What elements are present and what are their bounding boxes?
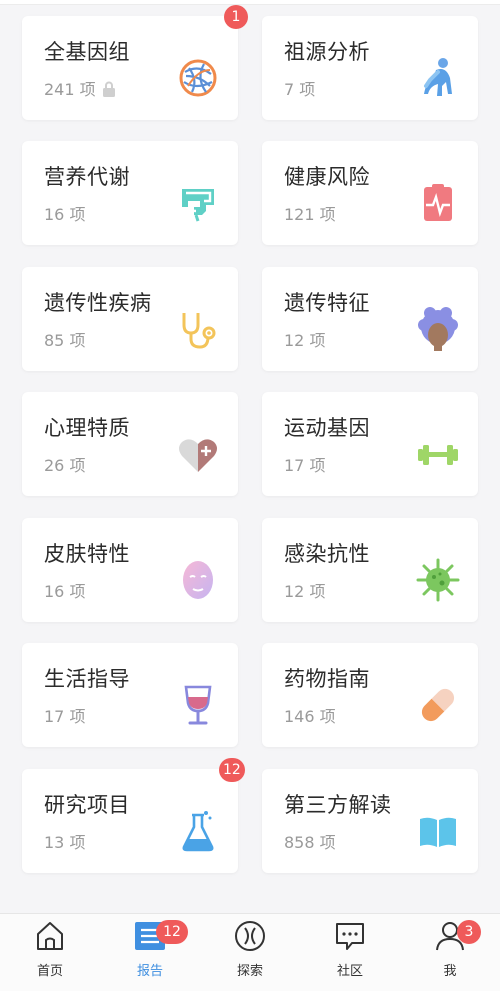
card-ancestry[interactable]: 祖源分析 7 项 — [262, 16, 478, 120]
card-count: 146 项 — [284, 707, 336, 726]
top-divider — [0, 0, 500, 5]
card-count: 17 项 — [284, 456, 326, 475]
book-icon — [420, 817, 456, 847]
card-infection-resistance[interactable]: 感染抗性 12 项 — [262, 518, 478, 622]
notification-badge: 12 — [219, 758, 245, 782]
card-title: 生活指导 — [44, 667, 130, 691]
card-sports-genes[interactable]: 运动基因 17 项 — [262, 392, 478, 496]
card-title: 运动基因 — [284, 416, 370, 440]
notification-badge: 1 — [224, 5, 248, 29]
card-title: 皮肤特性 — [44, 542, 130, 566]
card-count: 121 项 — [284, 205, 336, 224]
pill-capsule-icon — [421, 688, 455, 722]
card-genetic-traits[interactable]: 遗传特征 12 项 — [262, 267, 478, 371]
virus-icon — [416, 558, 460, 602]
tab-report[interactable]: 报告 12 — [100, 914, 200, 991]
bottom-tab-bar: 首页 报告 12 探索 社区 我 3 — [0, 913, 500, 991]
card-title: 第三方解读 — [284, 793, 392, 817]
card-health-risk[interactable]: 健康风险 121 项 — [262, 141, 478, 245]
notification-badge: 3 — [457, 920, 481, 944]
face-mask-icon — [183, 561, 213, 599]
card-count: 12 项 — [284, 582, 326, 601]
heartbeat-clipboard-icon — [424, 184, 452, 221]
chat-bubble-icon — [336, 923, 364, 950]
card-count: 7 项 — [284, 80, 316, 99]
lock-icon — [102, 81, 115, 97]
card-count: 17 项 — [44, 707, 86, 726]
card-nutrition[interactable]: 营养代谢 16 项 — [22, 141, 238, 245]
card-count: 26 项 — [44, 456, 86, 475]
card-count: 16 项 — [44, 205, 86, 224]
card-title: 感染抗性 — [284, 542, 370, 566]
card-title: 心理特质 — [44, 416, 130, 440]
flask-icon — [182, 811, 214, 852]
tab-me[interactable]: 我 3 — [400, 914, 500, 991]
card-research-projects[interactable]: 研究项目 13 项 12 — [22, 758, 245, 873]
wine-glass-icon — [184, 685, 212, 725]
notification-badge: 12 — [156, 920, 188, 944]
card-count: 16 项 — [44, 582, 86, 601]
tab-label: 我 — [443, 964, 457, 979]
tab-community[interactable]: 社区 — [300, 914, 400, 991]
tab-label: 社区 — [336, 964, 363, 979]
card-title: 药物指南 — [284, 667, 370, 691]
stethoscope-icon — [182, 313, 216, 349]
card-title: 遗传特征 — [284, 291, 370, 315]
tab-label: 报告 — [136, 964, 163, 979]
card-title: 健康风险 — [284, 165, 370, 189]
card-third-party-interpretation[interactable]: 第三方解读 858 项 — [262, 769, 478, 873]
card-count: 12 项 — [284, 331, 326, 350]
card-hereditary-disease[interactable]: 遗传性疾病 85 项 — [22, 267, 238, 371]
card-skin-traits[interactable]: 皮肤特性 16 项 — [22, 518, 238, 622]
card-count: 85 项 — [44, 331, 86, 350]
explore-compass-icon — [235, 921, 265, 951]
evolution-human-icon — [424, 58, 452, 96]
tab-home[interactable]: 首页 — [0, 914, 100, 991]
tab-label: 首页 — [36, 964, 63, 979]
card-count: 241 项 — [44, 76, 116, 100]
card-count: 858 项 — [284, 833, 336, 852]
card-title: 遗传性疾病 — [44, 291, 152, 315]
heart-plus-icon — [179, 439, 217, 472]
card-title: 研究项目 — [44, 793, 130, 817]
tab-label: 探索 — [236, 964, 263, 979]
card-title: 祖源分析 — [284, 40, 370, 64]
stomach-icon — [182, 189, 214, 222]
home-icon — [37, 922, 63, 950]
card-life-guidance[interactable]: 生活指导 17 项 — [22, 643, 238, 747]
card-drug-guide[interactable]: 药物指南 146 项 — [262, 643, 478, 747]
card-title: 全基因组 — [44, 40, 130, 64]
card-psychological-traits[interactable]: 心理特质 26 项 — [22, 392, 238, 496]
card-title: 营养代谢 — [44, 165, 130, 189]
dna-network-icon — [179, 59, 217, 97]
card-whole-genome[interactable]: 全基因组 241 项 1 — [22, 5, 248, 120]
curly-hair-head-icon — [418, 307, 458, 351]
dumbbell-icon — [418, 445, 458, 465]
tab-explore[interactable]: 探索 — [200, 914, 300, 991]
card-count: 13 项 — [44, 833, 86, 852]
